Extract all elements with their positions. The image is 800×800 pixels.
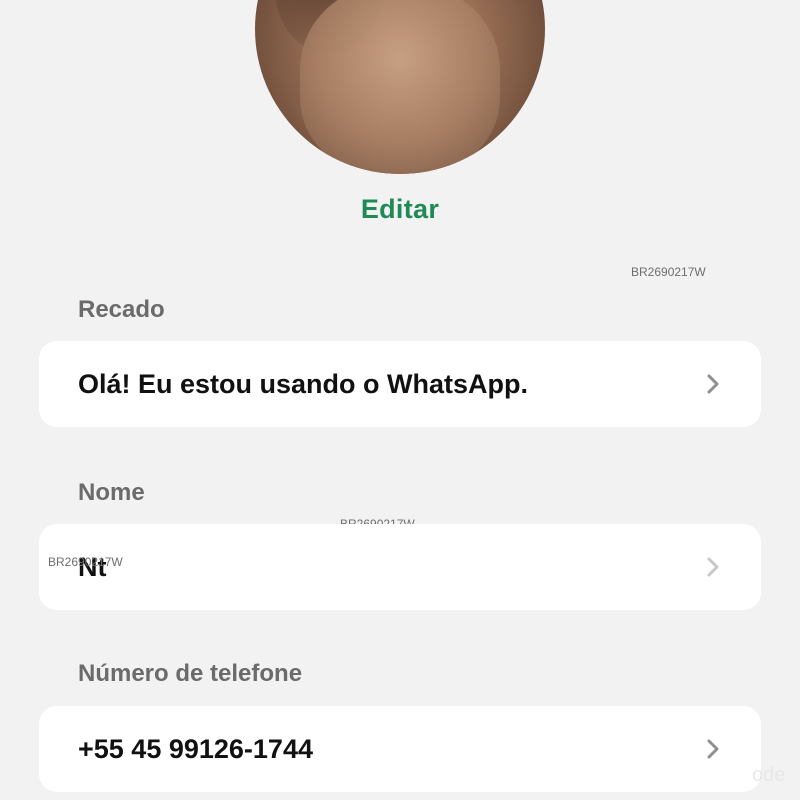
photo-subject bbox=[300, 0, 500, 174]
phone-row[interactable]: +55 45 99126-1744 bbox=[39, 706, 761, 792]
name-row[interactable]: Nt bbox=[39, 524, 761, 610]
name-value: Nt bbox=[78, 551, 107, 582]
chevron-right-icon bbox=[703, 737, 723, 761]
phone-label: Número de telefone bbox=[78, 660, 303, 687]
name-label: Nome bbox=[78, 479, 145, 506]
phone-value: +55 45 99126-1744 bbox=[78, 733, 313, 764]
about-label: Recado bbox=[78, 296, 165, 323]
watermark-text: BR2690217W bbox=[48, 555, 123, 569]
chevron-right-icon bbox=[703, 555, 723, 579]
watermark-fragment: ode bbox=[752, 764, 786, 786]
chevron-right-icon bbox=[703, 372, 723, 396]
about-row[interactable]: Olá! Eu estou usando o WhatsApp. bbox=[39, 341, 761, 427]
edit-photo-button[interactable]: Editar bbox=[0, 194, 800, 225]
watermark-text: BR2690217W bbox=[631, 265, 706, 279]
about-value: Olá! Eu estou usando o WhatsApp. bbox=[78, 368, 529, 399]
profile-photo[interactable] bbox=[255, 0, 545, 174]
